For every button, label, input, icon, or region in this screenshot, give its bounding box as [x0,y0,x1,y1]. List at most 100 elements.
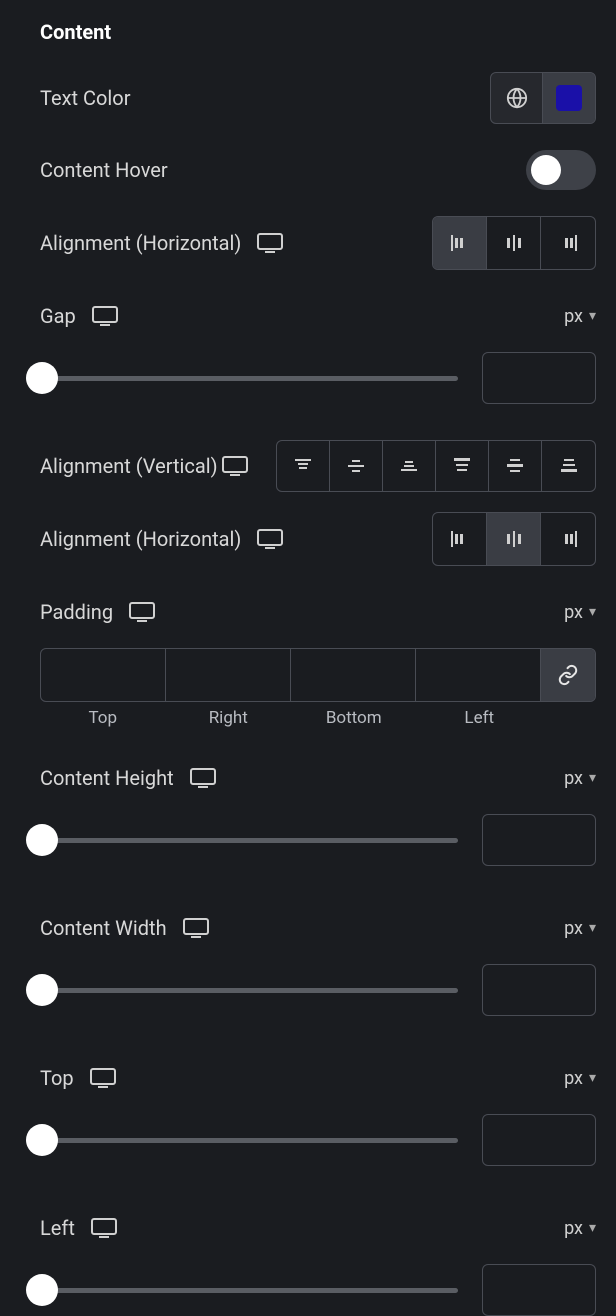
valign-bot-icon [399,456,419,476]
h-align-2-row: Alignment (Horizontal) [40,512,596,566]
text-color-picker [490,72,596,124]
h-align-2-right[interactable] [541,513,595,565]
gap-unit-text: px [564,306,583,327]
text-color-global-button[interactable] [491,73,543,123]
chevron-down-icon: ▾ [589,308,596,324]
valign-stretch-bot-icon [559,456,579,476]
top-unit-select[interactable]: px ▾ [564,1068,596,1089]
gap-slider-row [40,352,596,404]
content-width-unit-text: px [564,918,583,939]
desktop-icon[interactable] [190,768,216,788]
content-width-row: Content Width px ▾ [40,902,596,954]
content-width-unit-select[interactable]: px ▾ [564,918,596,939]
desktop-icon[interactable] [90,1068,116,1088]
content-height-slider-row [40,814,596,866]
left-row: Left px ▾ [40,1202,596,1254]
padding-inputs [40,648,596,702]
left-unit-select[interactable]: px ▾ [564,1218,596,1239]
slider-thumb[interactable] [26,1274,58,1306]
valign-top-icon [293,456,313,476]
h-align-1-center[interactable] [487,217,541,269]
chevron-down-icon: ▾ [589,1220,596,1236]
slider-thumb[interactable] [26,824,58,856]
v-align-top[interactable] [277,441,330,491]
content-height-row: Content Height px ▾ [40,752,596,804]
slider-thumb[interactable] [26,362,58,394]
h-align-2-label: Alignment (Horizontal) [40,527,241,551]
desktop-icon[interactable] [92,306,118,326]
slider-track [42,838,458,843]
desktop-icon[interactable] [257,233,283,253]
left-slider-row [40,1264,596,1316]
chevron-down-icon: ▾ [589,770,596,786]
top-unit-text: px [564,1068,583,1089]
top-slider[interactable] [26,1124,458,1156]
desktop-icon[interactable] [91,1218,117,1238]
content-height-unit-text: px [564,768,583,789]
h-align-1-label: Alignment (Horizontal) [40,231,241,255]
align-left-icon [449,232,471,254]
gap-input[interactable] [482,352,596,404]
padding-unit-select[interactable]: px ▾ [564,602,596,623]
gap-unit-select[interactable]: px ▾ [564,306,596,327]
padding-left-label: Left [417,708,543,728]
chevron-down-icon: ▾ [589,1070,596,1086]
padding-row: Padding px ▾ [40,586,596,638]
padding-label: Padding [40,600,113,624]
align-center-icon [503,528,525,550]
v-align-group [276,440,596,492]
valign-mid-icon [346,456,366,476]
v-align-middle[interactable] [330,441,383,491]
desktop-icon[interactable] [257,529,283,549]
content-width-slider-row [40,964,596,1016]
padding-bottom-input[interactable] [291,649,416,701]
h-align-2-center[interactable] [487,513,541,565]
content-height-unit-select[interactable]: px ▾ [564,768,596,789]
slider-track [42,988,458,993]
content-hover-label: Content Hover [40,158,168,182]
content-height-input[interactable] [482,814,596,866]
content-hover-toggle[interactable] [526,150,596,190]
section-title: Content [40,20,596,44]
globe-icon [506,87,528,109]
align-left-icon [449,528,471,550]
v-align-stretch-top[interactable] [436,441,489,491]
h-align-1-group [432,216,596,270]
left-label: Left [40,1216,75,1240]
h-align-1-right[interactable] [541,217,595,269]
padding-right-input[interactable] [166,649,291,701]
padding-right-label: Right [166,708,292,728]
left-unit-text: px [564,1218,583,1239]
padding-top-label: Top [40,708,166,728]
slider-track [42,1138,458,1143]
padding-top-input[interactable] [41,649,166,701]
content-width-slider[interactable] [26,974,458,1006]
slider-thumb[interactable] [26,974,58,1006]
text-color-swatch-button[interactable] [543,73,595,123]
v-align-label: Alignment (Vertical) [40,454,218,478]
desktop-icon[interactable] [183,918,209,938]
content-width-input[interactable] [482,964,596,1016]
gap-slider[interactable] [26,362,458,394]
desktop-icon[interactable] [222,456,248,476]
left-input[interactable] [482,1264,596,1316]
content-height-slider[interactable] [26,824,458,856]
slider-thumb[interactable] [26,1124,58,1156]
desktop-icon[interactable] [129,602,155,622]
v-align-stretch-bot[interactable] [542,441,595,491]
top-row: Top px ▾ [40,1052,596,1104]
v-align-stretch-mid[interactable] [489,441,542,491]
valign-stretch-mid-icon [505,456,525,476]
v-align-bottom[interactable] [383,441,436,491]
content-height-label: Content Height [40,766,174,790]
slider-track [42,376,458,381]
left-slider[interactable] [26,1274,458,1306]
link-icon [557,664,579,686]
content-hover-row: Content Hover [40,144,596,196]
padding-left-input[interactable] [416,649,541,701]
h-align-1-left[interactable] [433,217,487,269]
padding-link-button[interactable] [541,649,595,701]
top-input[interactable] [482,1114,596,1166]
h-align-2-left[interactable] [433,513,487,565]
slider-track [42,1288,458,1293]
